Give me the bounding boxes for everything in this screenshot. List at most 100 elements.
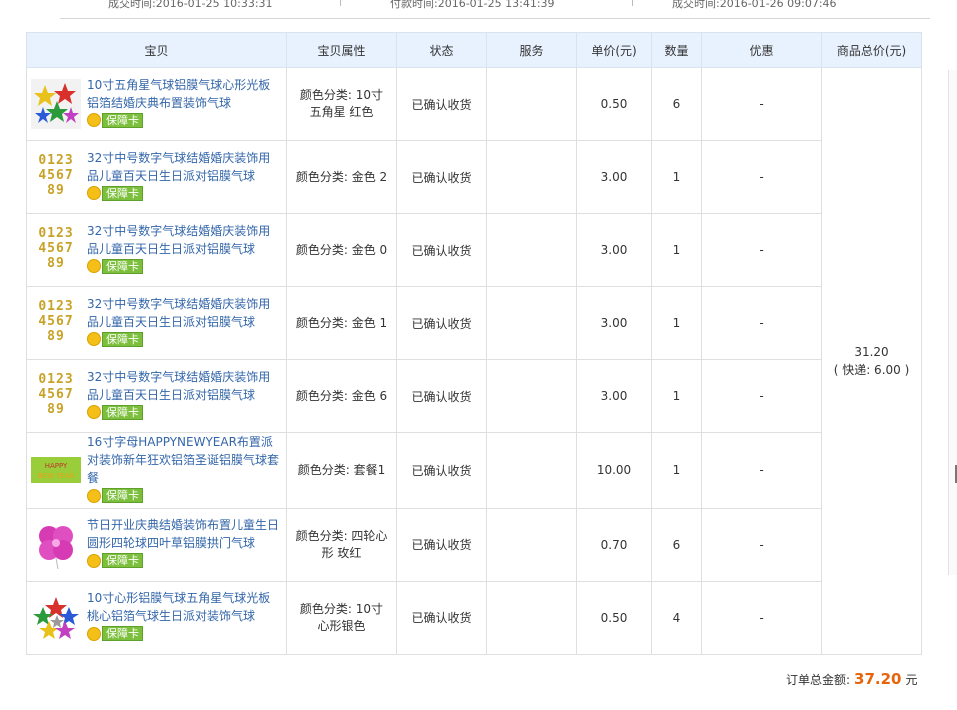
guarantee-card-badge[interactable]: 保障卡: [87, 185, 143, 201]
item-quantity: 1: [651, 432, 702, 509]
order-total-unit: 元: [905, 673, 918, 687]
top-fragment-pay-time: 付款时间:2016-01-25 13:41:39: [390, 0, 555, 10]
top-fragment-confirm-time: 成交时间:2016-01-26 09:07:46: [672, 0, 837, 10]
heart-star-balloons-thumbnail[interactable]: [31, 592, 81, 643]
guarantee-card-badge[interactable]: 保障卡: [87, 258, 143, 274]
item-attributes: 颜色分类: 金色 2: [286, 140, 397, 214]
thumb-digits-row: 4567: [38, 314, 74, 329]
col-header-attributes: 宝贝属性: [286, 32, 397, 68]
thumb-digits-row: 89: [47, 329, 65, 344]
item-service: [486, 432, 577, 509]
guarantee-card-badge[interactable]: 保障卡: [87, 488, 143, 503]
order-total-amount: 37.20: [854, 670, 902, 688]
item-service: [486, 140, 577, 214]
clover-balloon-thumbnail[interactable]: [31, 519, 81, 570]
col-header-item-total: 商品总价(元): [821, 32, 922, 68]
shield-icon: [87, 488, 101, 503]
item-status: 已确认收货: [396, 286, 487, 360]
item-unit-price: 3.00: [576, 140, 652, 214]
number-balloons-thumbnail[interactable]: 0123 4567 89: [31, 297, 81, 349]
top-rule: [60, 18, 930, 19]
number-balloons-thumbnail[interactable]: 0123 4567 89: [31, 224, 81, 276]
item-quantity: 1: [651, 286, 702, 360]
guarantee-card-badge[interactable]: 保障卡: [87, 553, 143, 569]
item-service: [486, 67, 577, 141]
item-attributes: 颜色分类: 金色 1: [286, 286, 397, 360]
item-status: 已确认收货: [396, 67, 487, 141]
item-title-link[interactable]: 10寸心形铝膜气球五角星气球光板桃心铝箔气球生日派对装饰气球: [87, 589, 282, 625]
table-header-row: 宝贝 宝贝属性 状态 服务 单价(元) 数量 优惠 商品总价(元): [26, 32, 922, 68]
order-total-label: 订单总金额:: [786, 673, 851, 687]
item-service: [486, 507, 577, 582]
item-unit-price: 10.00: [576, 432, 652, 509]
items-total-amount: 31.20: [854, 344, 889, 359]
item-title-link[interactable]: 10寸五角星气球铝膜气球心形光板铝箔结婚庆典布置装饰气球: [87, 76, 282, 112]
item-unit-price: 0.50: [576, 67, 652, 141]
item-unit-price: 3.00: [576, 286, 652, 360]
item-discount: -: [701, 507, 822, 582]
item-discount: -: [701, 213, 822, 287]
shield-icon: [87, 405, 101, 420]
number-balloons-thumbnail[interactable]: 0123 4567 89: [31, 151, 81, 203]
item-discount: -: [701, 432, 822, 509]
item-title-link[interactable]: 节日开业庆典结婚装饰布置儿童生日圆形四轮球四叶草铝膜拱门气球: [87, 516, 282, 552]
number-balloons-thumbnail[interactable]: 0123 4567 89: [31, 370, 81, 422]
banner-line-1: HAPPY: [45, 462, 68, 470]
thumb-digits-row: 4567: [38, 168, 74, 183]
guarantee-card-label: 保障卡: [102, 488, 143, 503]
guarantee-card-badge[interactable]: 保障卡: [87, 331, 143, 347]
guarantee-card-label: 保障卡: [102, 185, 143, 201]
guarantee-card-badge[interactable]: 保障卡: [87, 404, 143, 420]
item-title-link[interactable]: 32寸中号数字气球结婚婚庆装饰用品儿童百天日生日派对铝膜气球: [87, 368, 282, 404]
table-row: 0123 4567 89 32寸中号数字气球结婚婚庆装饰用品儿童百天日生日派对铝…: [26, 286, 922, 360]
star-balloons-thumbnail[interactable]: [31, 79, 81, 129]
item-attributes: 颜色分类: 四轮心形 玫红: [286, 507, 397, 582]
item-title-link[interactable]: 32寸中号数字气球结婚婚庆装饰用品儿童百天日生日派对铝膜气球: [87, 295, 282, 331]
item-service: [486, 213, 577, 287]
col-header-service: 服务: [486, 32, 577, 68]
items-total-cell: 31.20 ( 快递: 6.00 ): [821, 67, 922, 655]
thumb-digits-row: 0123: [38, 153, 74, 168]
item-status: 已确认收货: [396, 140, 487, 214]
thumb-digits-row: 89: [47, 183, 65, 198]
thumb-digits-row: 89: [47, 402, 65, 417]
item-status: 已确认收货: [396, 507, 487, 582]
table-row: 10寸心形铝膜气球五角星气球光板桃心铝箔气球生日派对装饰气球 保障卡 颜色分类:…: [26, 580, 922, 655]
shield-icon: [87, 113, 101, 128]
shield-icon: [87, 626, 101, 641]
guarantee-card-badge[interactable]: 保障卡: [87, 626, 143, 642]
item-attributes: 颜色分类: 10寸心形银色: [286, 580, 397, 655]
guarantee-card-badge[interactable]: 保障卡: [87, 112, 143, 128]
top-divider: [340, 0, 341, 6]
item-service: [486, 580, 577, 655]
table-row: HAPPY NEW YEAR 16寸字母HAPPYNEWYEAR布置派对装饰新年…: [26, 432, 922, 509]
item-status: 已确认收货: [396, 432, 487, 509]
col-header-item: 宝贝: [26, 32, 287, 68]
thumb-digits-row: 4567: [38, 241, 74, 256]
item-unit-price: 0.50: [576, 580, 652, 655]
top-fragment-deal-time: 成交时间:2016-01-25 10:33:31: [108, 0, 273, 10]
item-title-link[interactable]: 16寸字母HAPPYNEWYEAR布置派对装饰新年狂欢铝箔圣诞铝膜气球套餐: [87, 433, 282, 487]
thumb-digits-row: 0123: [38, 372, 74, 387]
item-quantity: 1: [651, 140, 702, 214]
item-discount: -: [701, 580, 822, 655]
right-side-panel-edge: [948, 70, 957, 575]
item-discount: -: [701, 286, 822, 360]
happy-new-year-banner-thumbnail[interactable]: HAPPY NEW YEAR: [31, 445, 81, 496]
thumb-digits-row: 0123: [38, 226, 74, 241]
item-unit-price: 0.70: [576, 507, 652, 582]
table-row: 0123 4567 89 32寸中号数字气球结婚婚庆装饰用品儿童百天日生日派对铝…: [26, 213, 922, 287]
thumb-digits-row: 0123: [38, 299, 74, 314]
guarantee-card-label: 保障卡: [102, 258, 143, 274]
item-service: [486, 286, 577, 360]
table-row: 0123 4567 89 32寸中号数字气球结婚婚庆装饰用品儿童百天日生日派对铝…: [26, 359, 922, 433]
item-quantity: 6: [651, 67, 702, 141]
top-divider: [632, 0, 633, 6]
item-title-link[interactable]: 32寸中号数字气球结婚婚庆装饰用品儿童百天日生日派对铝膜气球: [87, 222, 282, 258]
item-quantity: 6: [651, 507, 702, 582]
shield-icon: [87, 186, 101, 201]
banner-line-2: NEW YEAR: [37, 472, 74, 480]
guarantee-card-label: 保障卡: [102, 553, 143, 569]
item-title-link[interactable]: 32寸中号数字气球结婚婚庆装饰用品儿童百天日生日派对铝膜气球: [87, 149, 282, 185]
shield-icon: [87, 259, 101, 274]
